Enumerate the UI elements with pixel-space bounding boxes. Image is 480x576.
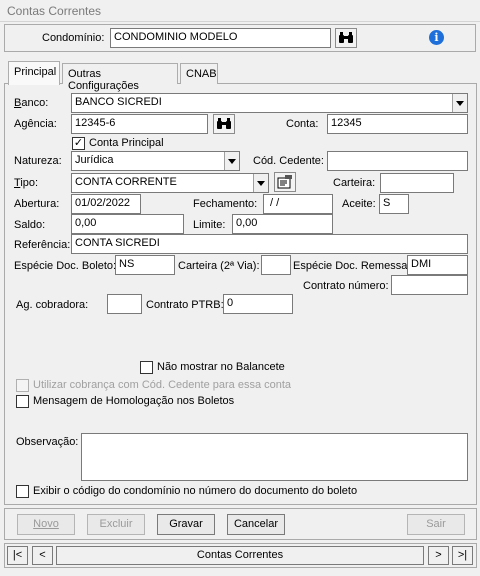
fechamento-label: Fechamento: [193, 198, 258, 210]
excluir-label: Excluir [99, 518, 133, 530]
agencia-label: Agência: [14, 118, 57, 130]
especie-boleto-label: Espécie Doc. Boleto: [14, 260, 117, 272]
aceite-label: Aceite: [342, 198, 376, 210]
contrato-numero-field[interactable] [391, 275, 468, 295]
carteira-field[interactable] [380, 173, 454, 193]
especie-remessa-field[interactable]: DMI [407, 255, 468, 275]
carteira-label: Carteira: [333, 177, 376, 189]
natureza-select[interactable]: Jurídica [71, 151, 240, 171]
observacao-textarea[interactable] [81, 433, 468, 481]
banco-select[interactable]: BANCO SICREDI [71, 93, 468, 113]
mensagem-homologacao-label: Mensagem de Homologação nos Boletos [33, 395, 235, 407]
conta-field[interactable]: 12345 [327, 114, 468, 134]
fechamento-field[interactable]: / / [263, 194, 333, 214]
tab-outras-configuracoes[interactable]: Outras Configurações [62, 63, 178, 92]
contrato-numero-label: Contrato número: [303, 280, 389, 292]
sair-label: Sair [426, 518, 446, 530]
conta-principal-label: Conta Principal [89, 137, 164, 149]
nav-prev-button[interactable]: < [32, 546, 53, 565]
gravar-button[interactable]: Gravar [157, 514, 215, 535]
cancelar-label: Cancelar [233, 518, 279, 530]
chevron-down-icon[interactable] [253, 174, 268, 192]
binoculars-icon [217, 118, 231, 129]
condominio-search-button[interactable] [335, 28, 357, 48]
agencia-field[interactable]: 12345-6 [71, 114, 208, 134]
tab-cnab[interactable]: CNAB [180, 63, 218, 84]
cod-cedente-label: Cód. Cedente: [253, 155, 324, 167]
banco-value: BANCO SICREDI [75, 96, 162, 108]
natureza-label: Natureza: [14, 155, 62, 167]
exibir-codigo-label: Exibir o código do condomínio no número … [33, 485, 358, 497]
limite-label: Limite: [193, 219, 226, 231]
limite-field[interactable]: 0,00 [232, 214, 333, 234]
utilizar-cobranca-checkbox[interactable] [16, 379, 29, 392]
nao-mostrar-balancete-label: Não mostrar no Balancete [157, 361, 285, 373]
natureza-value: Jurídica [75, 154, 114, 166]
especie-remessa-label: Espécie Doc. Remessa: [293, 260, 411, 272]
sair-button[interactable]: Sair [407, 514, 465, 535]
aceite-field[interactable]: S [379, 194, 409, 214]
novo-button[interactable]: Novo [17, 514, 75, 535]
condominio-label: Condomínio: [42, 32, 105, 44]
contrato-ptrb-label: Contrato PTRB: [146, 299, 224, 311]
chevron-down-icon[interactable] [224, 152, 239, 170]
novo-label: Novo [33, 518, 59, 530]
nao-mostrar-balancete-checkbox[interactable] [140, 361, 153, 374]
conta-principal-checkbox[interactable]: ✓ [72, 137, 85, 150]
tipo-select[interactable]: CONTA CORRENTE [71, 173, 269, 193]
tipo-edit-button[interactable] [274, 172, 296, 192]
abertura-field[interactable]: 01/02/2022 [71, 194, 141, 214]
carteira2-label: Carteira (2ª Via): [178, 260, 260, 272]
excluir-button[interactable]: Excluir [87, 514, 145, 535]
contrato-ptrb-field[interactable]: 0 [223, 294, 293, 314]
saldo-field[interactable]: 0,00 [71, 214, 184, 234]
cancelar-button[interactable]: Cancelar [227, 514, 285, 535]
tipo-label: Tipo: [14, 177, 39, 189]
agencia-search-button[interactable] [213, 114, 235, 134]
exibir-codigo-checkbox[interactable] [16, 485, 29, 498]
nav-last-button[interactable]: >| [452, 546, 473, 565]
form-edit-icon [277, 175, 292, 189]
nav-next-button[interactable]: > [428, 546, 449, 565]
condominio-field[interactable]: CONDOMINIO MODELO [110, 28, 331, 48]
banco-label: Banco: [14, 97, 49, 109]
carteira2-field[interactable] [261, 255, 291, 275]
mensagem-homologacao-checkbox[interactable] [16, 395, 29, 408]
ag-cobradora-label: Ag. cobradora: [16, 299, 89, 311]
binoculars-icon [339, 32, 353, 43]
observacao-label: Observação: [16, 436, 79, 448]
tab-principal[interactable]: Principal [8, 61, 60, 85]
referencia-label: Referência: [14, 239, 71, 251]
window-title: Contas Correntes [0, 0, 480, 22]
referencia-field[interactable]: CONTA SICREDI [71, 234, 468, 254]
chevron-down-icon[interactable] [452, 94, 467, 112]
ag-cobradora-field[interactable] [107, 294, 142, 314]
utilizar-cobranca-label: Utilizar cobrança com Cód. Cedente para … [33, 379, 292, 391]
abertura-label: Abertura: [14, 198, 60, 210]
nav-title: Contas Correntes [56, 546, 424, 565]
cod-cedente-field[interactable] [327, 151, 468, 171]
info-icon[interactable]: i [429, 30, 444, 45]
gravar-label: Gravar [169, 518, 203, 530]
especie-boleto-field[interactable]: NS [115, 255, 175, 275]
tipo-value: CONTA CORRENTE [75, 176, 177, 188]
saldo-label: Saldo: [14, 219, 46, 231]
conta-label: Conta: [286, 118, 319, 130]
nav-first-button[interactable]: |< [7, 546, 28, 565]
